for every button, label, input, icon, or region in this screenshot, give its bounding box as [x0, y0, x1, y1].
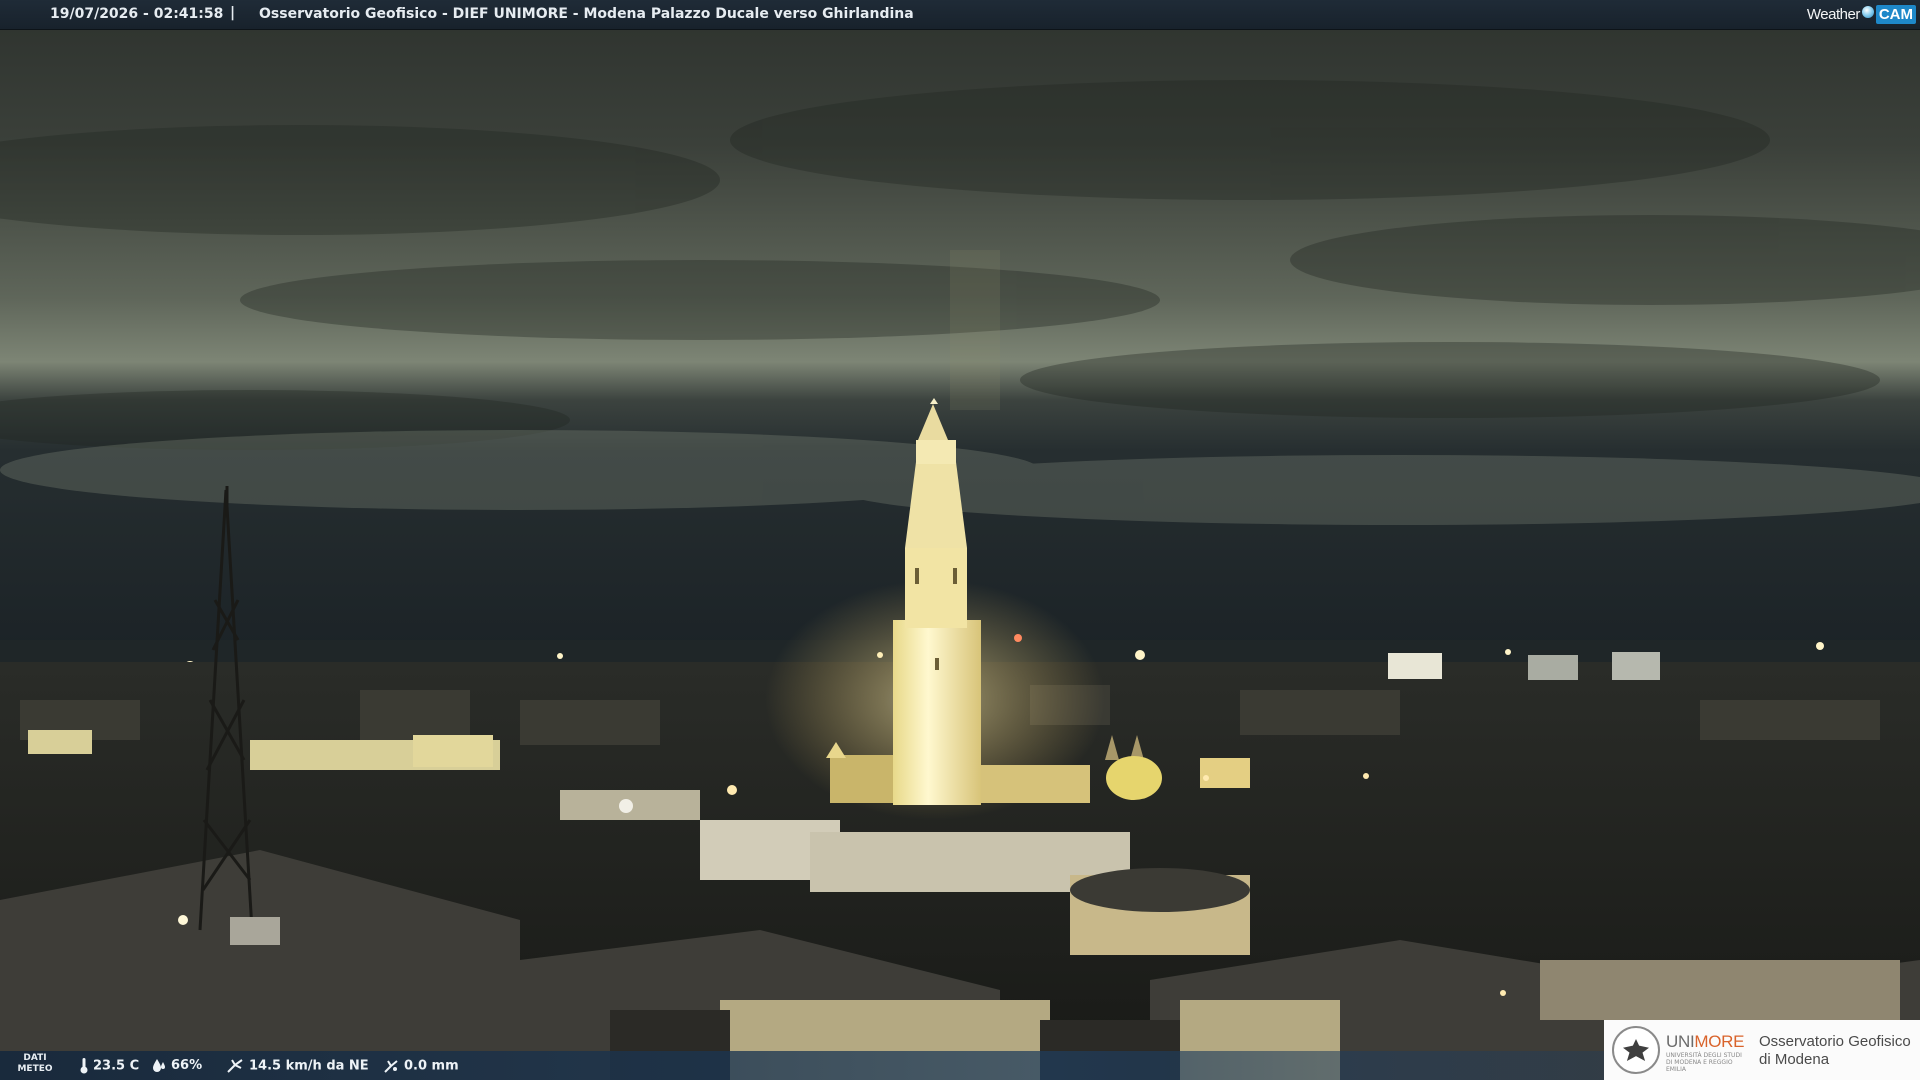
observatory-line2: di Modena: [1759, 1051, 1830, 1068]
palazzo-ducale: [1070, 868, 1250, 955]
humidity-value: 66%: [171, 1058, 203, 1073]
observatory-line1: Osservatorio Geofisico: [1759, 1033, 1911, 1050]
wind-reading: 14.5 km/h da NE: [226, 1058, 369, 1074]
rain-gauge-icon: [384, 1060, 398, 1073]
webcam-image: [0, 29, 1920, 1080]
brand-word: Weather: [1806, 6, 1860, 23]
timestamp: 19/07/2026 - 02:41:58: [50, 6, 224, 22]
unimore-observatory-logo: UNIMORE UNIVERSITÀ DEGLI STUDI DI MODENA…: [1604, 1020, 1920, 1080]
temperature-value: 23.5 C: [93, 1058, 140, 1074]
humidity-reading: 66%: [152, 1058, 202, 1073]
brand-sun-icon: [1861, 5, 1874, 18]
unimore-uni: UNI: [1666, 1032, 1695, 1051]
unimore-wordmark: UNIMORE: [1666, 1032, 1745, 1052]
webcam-frame: 19/07/2026 - 02:41:58 | Osservatorio Geo…: [0, 0, 1920, 1080]
dati-label: DATI: [23, 1053, 47, 1063]
humidity-drop-icon: [153, 1059, 165, 1072]
wind-value: 14.5 km/h da NE: [249, 1058, 369, 1074]
title-separator: |: [230, 5, 236, 21]
brand-cam-badge: CAM: [1875, 5, 1916, 24]
wind-icon: [227, 1059, 243, 1073]
unimore-subtitle: UNIVERSITÀ DEGLI STUDI DI MODENA E REGGI…: [1666, 1052, 1742, 1073]
temperature-reading: 23.5 C: [80, 1058, 139, 1074]
university-seal-icon: [1612, 1026, 1660, 1074]
dati-meteo-label: DATI METEO: [8, 1053, 62, 1075]
observatory-name: Osservatorio Geofisico di Modena: [1759, 1033, 1911, 1069]
rain-value: 0.0 mm: [404, 1058, 459, 1074]
weathercam-logo: Weather CAM: [1807, 4, 1916, 25]
camera-title: Osservatorio Geofisico - DIEF UNIMORE - …: [259, 6, 914, 22]
thermometer-icon: [80, 1058, 88, 1074]
info-top-bar: 19/07/2026 - 02:41:58 | Osservatorio Geo…: [0, 0, 1920, 30]
unimore-more: MORE: [1694, 1032, 1745, 1051]
meteo-label: METEO: [17, 1064, 53, 1074]
rain-reading: 0.0 mm: [383, 1058, 459, 1074]
